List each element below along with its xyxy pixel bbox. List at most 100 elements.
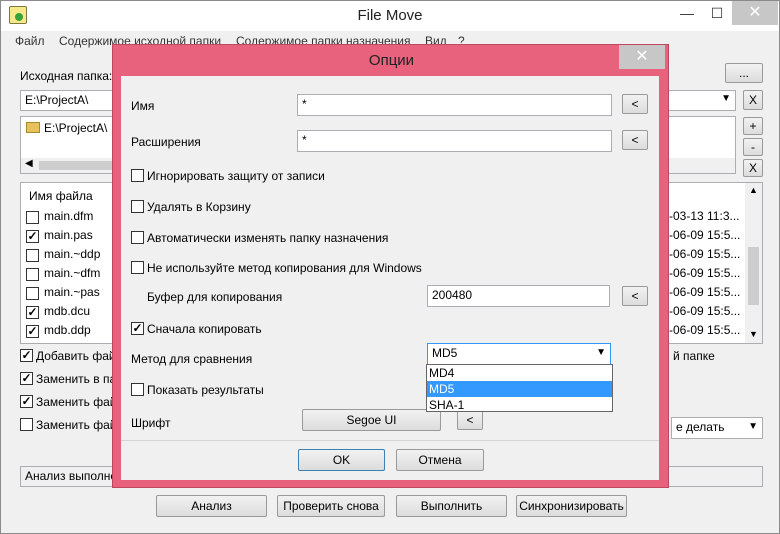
- close-button[interactable]: ✕: [732, 1, 778, 25]
- title-bar: File Move — ☐ ✕: [1, 1, 779, 31]
- minimize-button[interactable]: —: [673, 1, 701, 25]
- file-name: main.dfm: [44, 209, 94, 223]
- chevron-down-icon[interactable]: ▼: [721, 93, 731, 104]
- source-folder-label: Исходная папка:: [20, 69, 113, 83]
- recycle-bin-checkbox[interactable]: [131, 200, 144, 213]
- add-files-checkbox[interactable]: ✓: [20, 349, 33, 362]
- folder-label-right: й папке: [673, 349, 715, 363]
- replace-files-2-label: Заменить фай: [36, 418, 117, 432]
- file-date: -06-09 15:5...: [669, 304, 741, 318]
- file-date: -06-09 15:5...: [669, 266, 741, 280]
- action-select[interactable]: е делать ▼: [671, 417, 763, 439]
- file-checkbox[interactable]: [26, 268, 39, 281]
- file-name: mdb.dcu: [44, 304, 91, 318]
- name-input[interactable]: *: [297, 94, 612, 116]
- execute-button[interactable]: Выполнить: [396, 495, 507, 517]
- name-back-button[interactable]: <: [622, 94, 648, 114]
- clear-path-button[interactable]: X: [743, 90, 763, 110]
- font-button[interactable]: Segoe UI: [302, 409, 441, 431]
- file-date: -03-13 11:3...: [669, 209, 740, 223]
- replace-files-2-checkbox[interactable]: [20, 418, 33, 431]
- ext-back-button[interactable]: <: [622, 130, 648, 150]
- replace-files-label: Заменить фай: [36, 395, 117, 409]
- dropdown-option[interactable]: MD5: [427, 381, 612, 397]
- compare-method-value: MD5: [432, 346, 458, 360]
- copy-first-label: Сначала копировать: [147, 322, 262, 336]
- synchronize-button[interactable]: Синхронизировать: [516, 495, 627, 517]
- replace-in-folder-checkbox[interactable]: ✓: [20, 372, 33, 385]
- file-date: -06-09 15:5...: [669, 228, 741, 242]
- file-name: main.~pas: [44, 285, 100, 299]
- ignore-protection-checkbox[interactable]: [131, 169, 144, 182]
- ext-input[interactable]: *: [297, 130, 612, 152]
- dialog-body: Имя * < Расширения * < Игнорировать защи…: [121, 76, 659, 480]
- file-checkbox[interactable]: [26, 249, 39, 262]
- dialog-title: Опции: [368, 52, 415, 69]
- source-path-value: E:\ProjectA\: [25, 93, 89, 107]
- ext-label: Расширения: [131, 135, 201, 149]
- chevron-down-icon[interactable]: ▼: [748, 421, 758, 432]
- auto-change-dest-label: Автоматически изменять папку назначения: [147, 231, 389, 245]
- file-date: -06-09 15:5...: [669, 323, 741, 337]
- file-checkbox[interactable]: ✓: [26, 325, 39, 338]
- no-windows-copy-checkbox[interactable]: [131, 261, 144, 274]
- dropdown-options: MD4 MD5 SHA-1: [427, 365, 612, 413]
- buffer-back-button[interactable]: <: [622, 286, 648, 306]
- buffer-input[interactable]: 200480: [427, 285, 610, 307]
- remove-folder-button[interactable]: -: [743, 138, 763, 156]
- recheck-button[interactable]: Проверить снова: [277, 495, 385, 517]
- analyze-button[interactable]: Анализ: [156, 495, 267, 517]
- file-name: main.pas: [44, 228, 93, 242]
- status-text: Анализ выполне: [25, 469, 118, 483]
- action-select-value: е делать: [676, 420, 725, 434]
- column-header-filename[interactable]: Имя файла: [29, 189, 93, 203]
- maximize-button[interactable]: ☐: [703, 1, 731, 25]
- no-windows-copy-label: Не используйте метод копирования для Win…: [147, 261, 422, 275]
- buffer-label: Буфер для копирования: [147, 290, 283, 304]
- cancel-button[interactable]: Отмена: [396, 449, 484, 471]
- replace-in-folder-label: Заменить в па: [36, 372, 117, 386]
- chevron-down-icon[interactable]: ▼: [749, 329, 758, 339]
- scroll-thumb[interactable]: [748, 247, 759, 305]
- dropdown-option[interactable]: SHA-1: [427, 397, 612, 413]
- chevron-up-icon[interactable]: ▲: [749, 185, 758, 195]
- divider: [121, 440, 659, 441]
- font-back-button[interactable]: <: [457, 410, 483, 430]
- menu-file[interactable]: Файл: [15, 34, 45, 48]
- dialog-close-button[interactable]: ✕: [619, 45, 665, 69]
- file-checkbox[interactable]: [26, 287, 39, 300]
- delete-folder-button[interactable]: X: [743, 159, 763, 177]
- file-name: main.~ddp: [44, 247, 101, 261]
- folder-icon: [26, 122, 40, 133]
- file-name: main.~dfm: [44, 266, 101, 280]
- add-files-label: Добавить фай: [36, 349, 116, 363]
- file-date: -06-09 15:5...: [669, 247, 741, 261]
- tree-item[interactable]: E:\ProjectA\: [44, 121, 107, 135]
- dropdown-option[interactable]: MD4: [427, 365, 612, 381]
- file-checkbox[interactable]: ✓: [26, 306, 39, 319]
- add-folder-button[interactable]: +: [743, 117, 763, 135]
- copy-first-checkbox[interactable]: ✓: [131, 322, 144, 335]
- ignore-protection-label: Игнорировать защиту от записи: [147, 169, 325, 183]
- compare-method-label: Метод для сравнения: [131, 352, 253, 366]
- show-results-label: Показать результаты: [147, 383, 264, 397]
- options-dialog: Опции ✕ Имя * < Расширения * < Игнориров…: [112, 44, 669, 488]
- compare-method-dropdown[interactable]: MD4 MD5 SHA-1: [426, 364, 613, 412]
- file-name: mdb.ddp: [44, 323, 91, 337]
- chevron-left-icon[interactable]: ◀: [25, 158, 33, 169]
- chevron-down-icon[interactable]: ▼: [596, 347, 606, 358]
- file-checkbox[interactable]: [26, 211, 39, 224]
- auto-change-dest-checkbox[interactable]: [131, 231, 144, 244]
- browse-button[interactable]: ...: [725, 63, 763, 83]
- show-results-checkbox[interactable]: [131, 383, 144, 396]
- vertical-scrollbar[interactable]: ▲ ▼: [745, 183, 762, 343]
- font-label: Шрифт: [131, 416, 171, 430]
- recycle-bin-label: Удалять в Корзину: [147, 200, 251, 214]
- replace-files-checkbox[interactable]: ✓: [20, 395, 33, 408]
- file-checkbox[interactable]: ✓: [26, 230, 39, 243]
- window-title: File Move: [357, 7, 423, 24]
- compare-method-select[interactable]: MD5 ▼: [427, 343, 611, 365]
- name-label: Имя: [131, 99, 155, 113]
- ok-button[interactable]: OK: [298, 449, 385, 471]
- file-date: -06-09 15:5...: [669, 285, 741, 299]
